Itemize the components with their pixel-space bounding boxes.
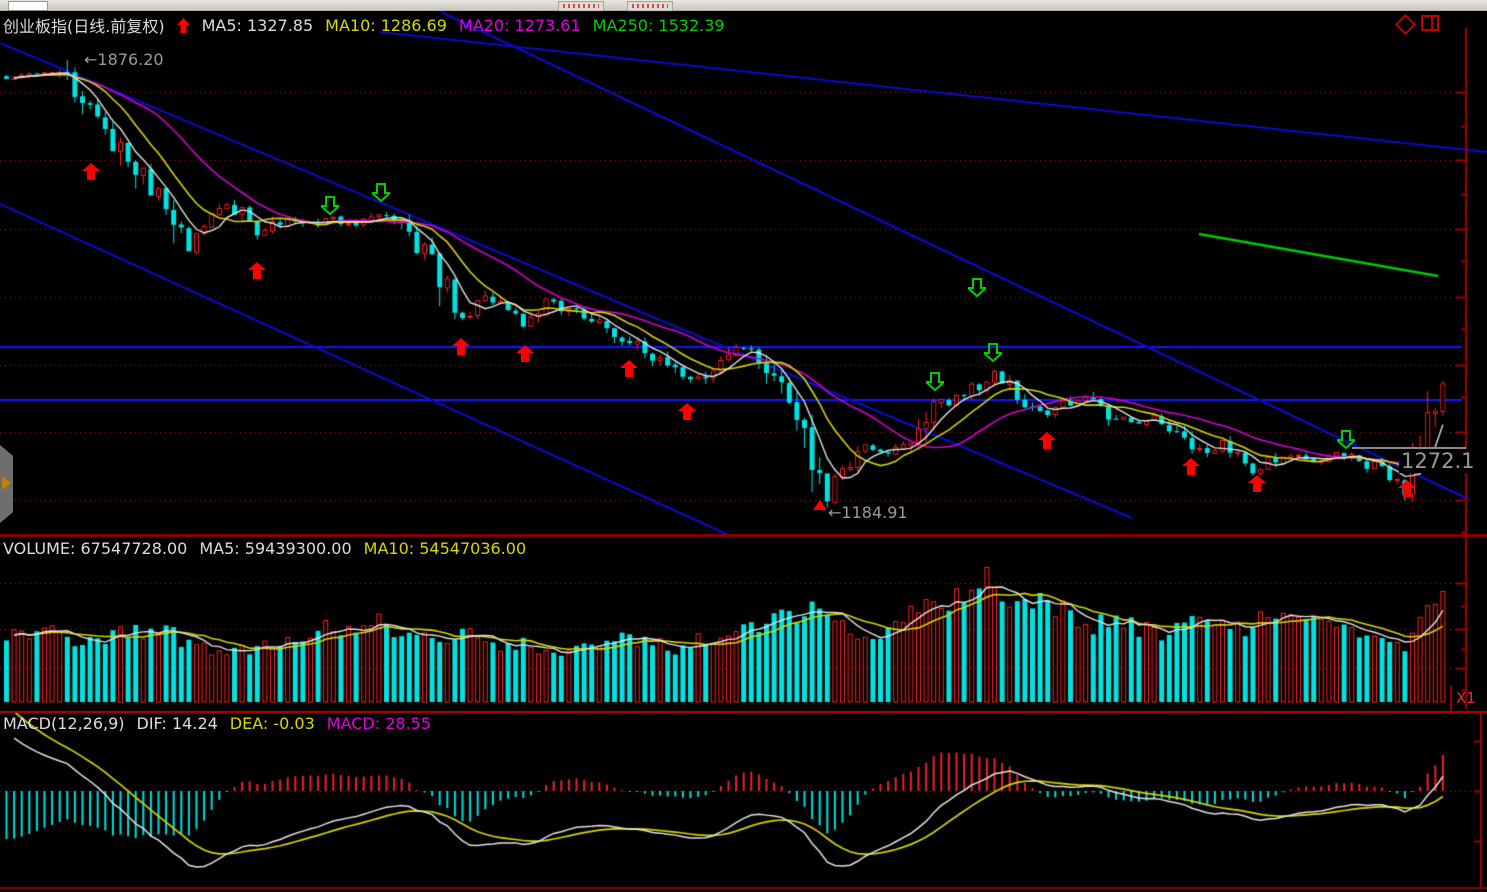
ma20-readout: MA20: 1273.61 xyxy=(459,16,581,35)
sell-signal-arrow xyxy=(321,196,339,219)
main-chart-header: 创业板指(日线.前复权) MA5: 1327.85 MA10: 1286.69 … xyxy=(3,13,725,37)
volume-panel-header: VOLUME: 67547728.00 MA5: 59439300.00 MA1… xyxy=(3,539,526,558)
buy-signal-arrow xyxy=(678,403,696,424)
low-point-marker xyxy=(813,500,827,510)
ma250-readout: MA250: 1532.39 xyxy=(593,16,725,35)
dea-readout: DEA: -0.03 xyxy=(230,714,315,733)
buy-signal-arrow xyxy=(620,360,638,381)
price-level-line xyxy=(1352,447,1466,449)
buy-signal-arrow xyxy=(1182,458,1200,479)
chart-application-window: 创业板指(日线.前复权) MA5: 1327.85 MA10: 1286.69 … xyxy=(0,0,1487,892)
expand-arrow-icon xyxy=(2,476,11,490)
sell-signal-arrow xyxy=(984,343,1002,366)
ma10-readout: MA10: 1286.69 xyxy=(325,16,447,35)
chart-canvas[interactable] xyxy=(0,0,1487,892)
ma5-readout: MA5: 1327.85 xyxy=(202,16,314,35)
volume-ma10-readout: MA10: 54547036.00 xyxy=(364,539,526,558)
split-window-icon[interactable] xyxy=(1421,15,1439,31)
volume-ma5-readout: MA5: 59439300.00 xyxy=(199,539,351,558)
macd-readout: MACD: 28.55 xyxy=(327,714,431,733)
macd-panel-header: MACD(12,26,9) DIF: 14.24 DEA: -0.03 MACD… xyxy=(3,714,431,733)
sell-signal-arrow xyxy=(372,183,390,206)
buy-signal-arrow xyxy=(516,345,534,366)
up-arrow-icon xyxy=(177,18,190,33)
instrument-title: 创业板指(日线.前复权) xyxy=(3,13,165,37)
sell-signal-arrow xyxy=(926,372,944,395)
sidebar-flyout-handle[interactable] xyxy=(0,445,13,523)
buy-signal-arrow xyxy=(452,338,470,359)
window-icon-divider xyxy=(1431,17,1433,29)
buy-signal-arrow xyxy=(248,262,266,283)
buy-signal-arrow xyxy=(1248,475,1266,496)
buy-signal-arrow xyxy=(1398,480,1416,501)
sell-signal-arrow xyxy=(1337,430,1355,453)
buy-signal-arrow xyxy=(1038,432,1056,453)
volume-readout: VOLUME: 67547728.00 xyxy=(3,539,187,558)
dif-readout: DIF: 14.24 xyxy=(137,714,218,733)
sell-signal-arrow xyxy=(968,278,986,301)
buy-signal-arrow xyxy=(82,163,100,184)
macd-name: MACD(12,26,9) xyxy=(3,714,125,733)
